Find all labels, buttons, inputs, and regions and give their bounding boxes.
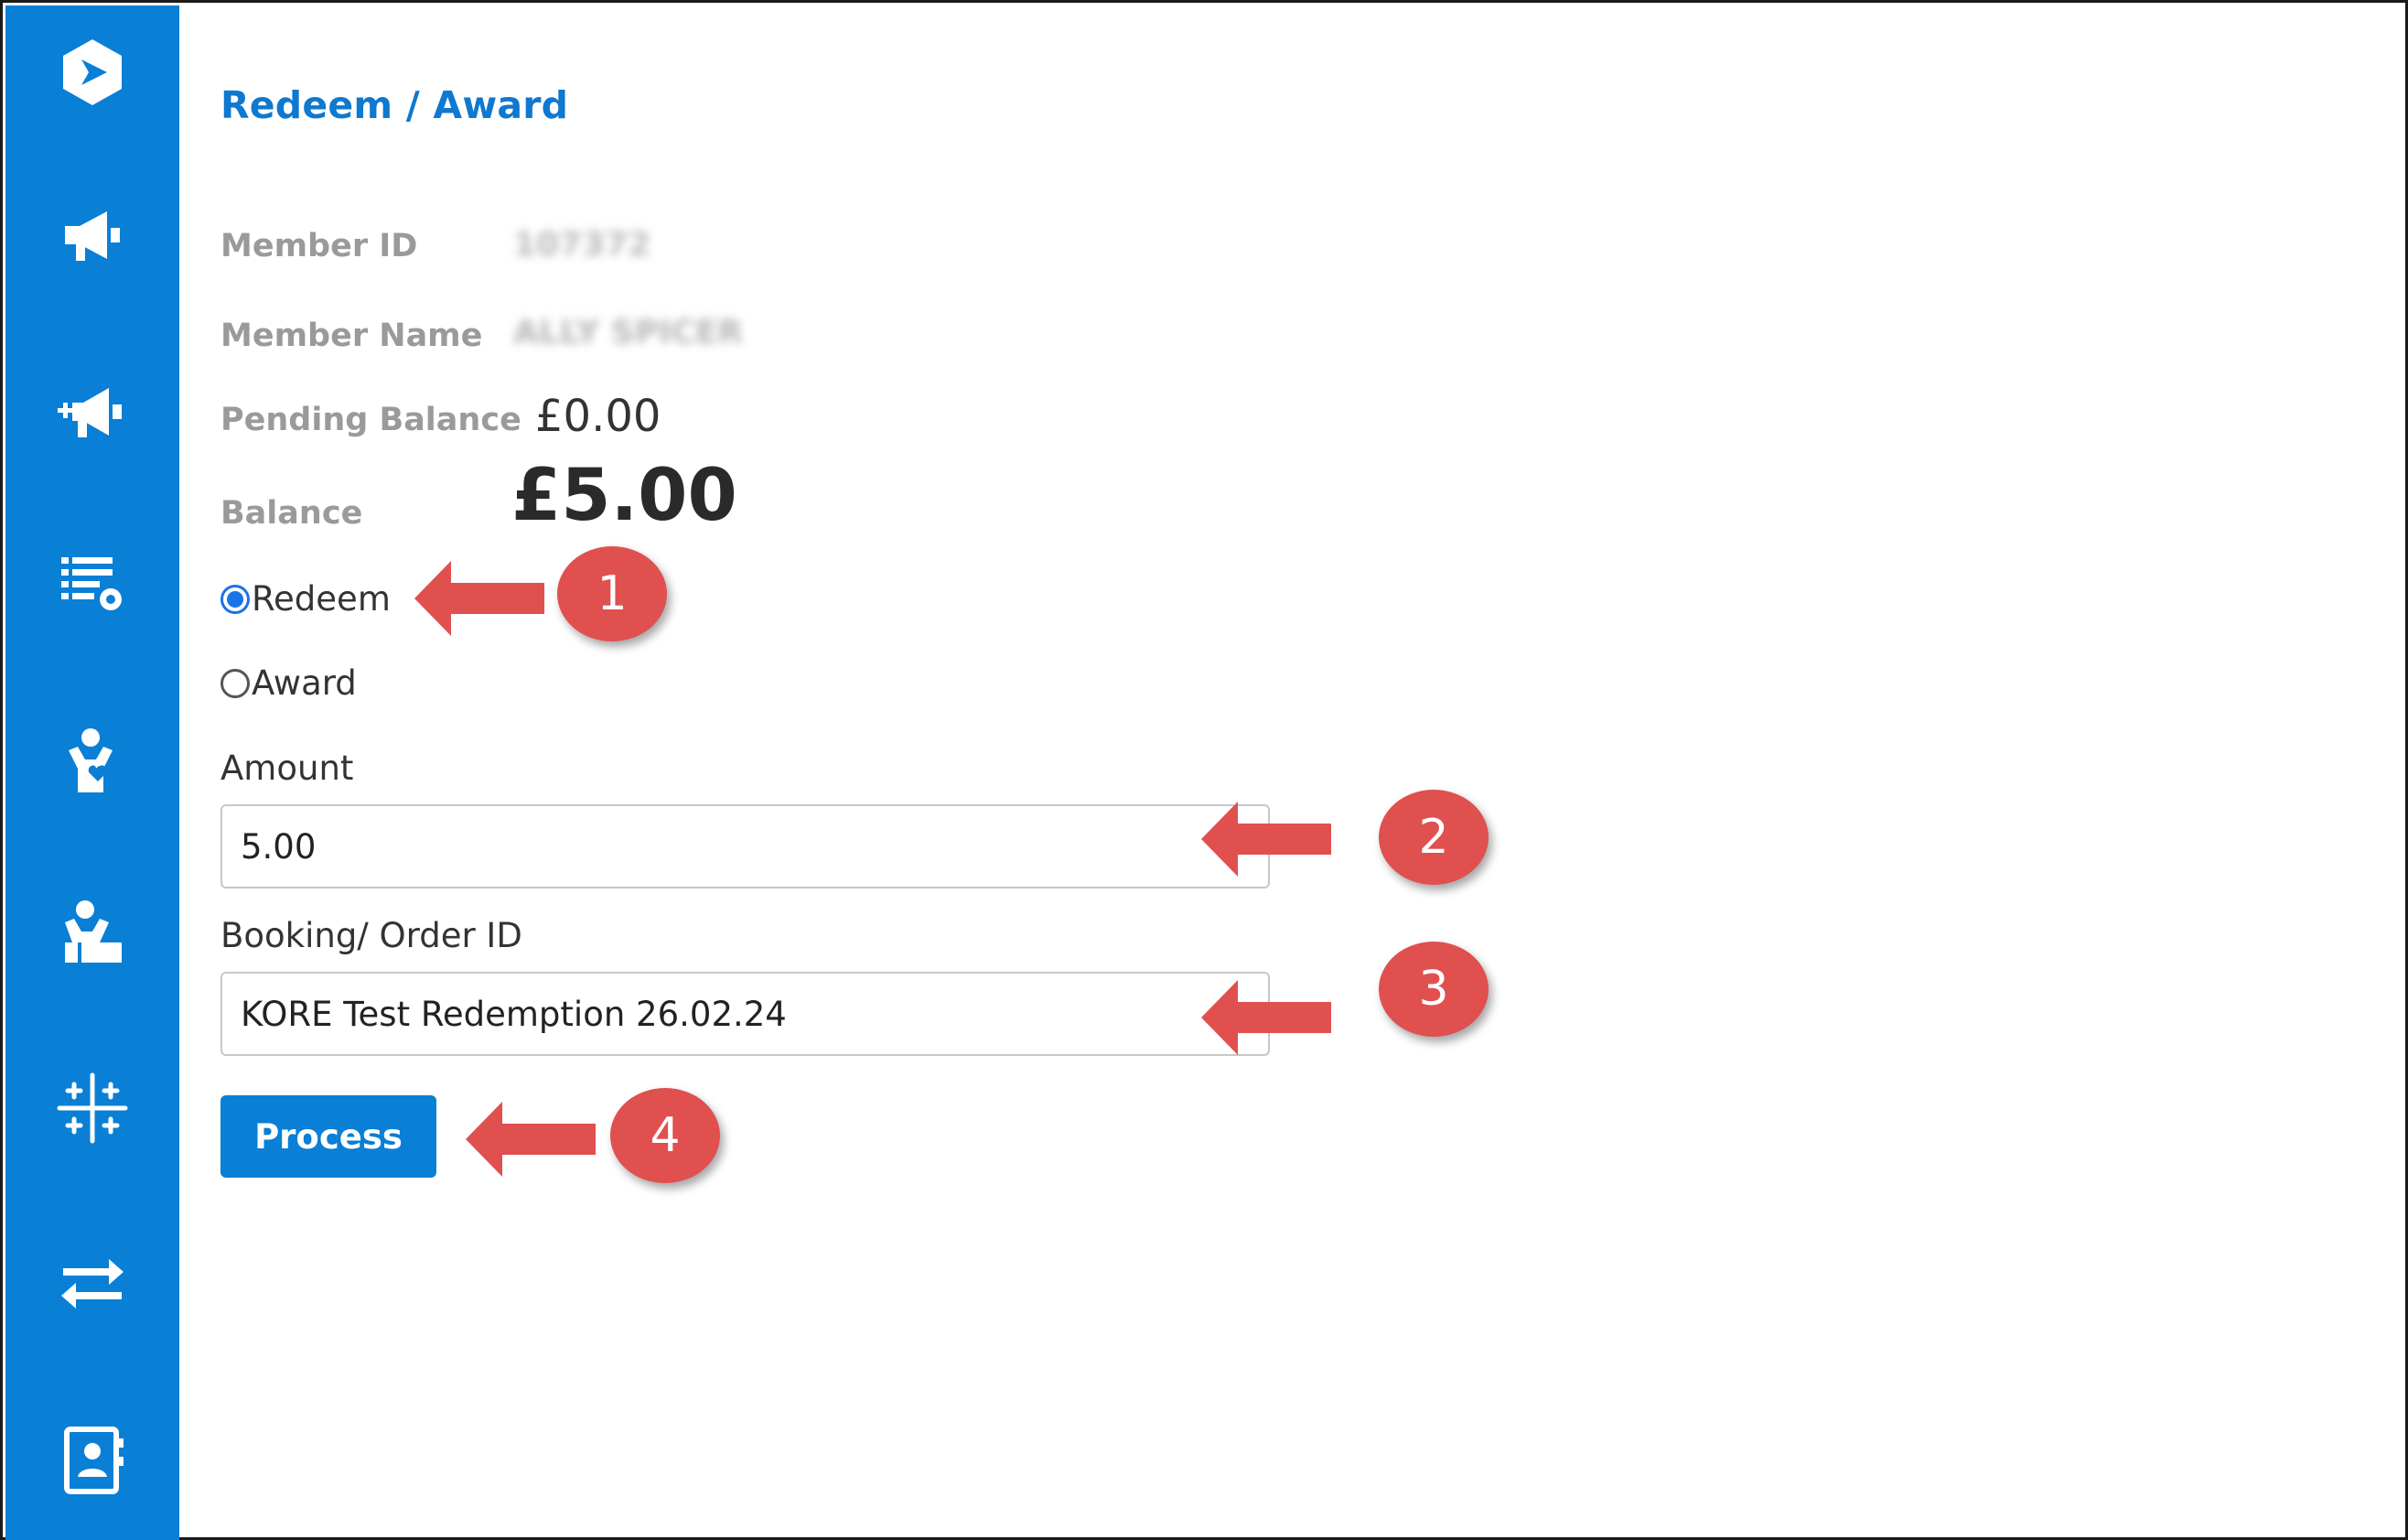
redeem-radio-button[interactable] bbox=[220, 584, 250, 614]
annotation-arrow-4 bbox=[466, 1102, 596, 1177]
member-name-label: Member Name bbox=[220, 318, 483, 354]
megaphone-plus-icon[interactable] bbox=[48, 368, 136, 456]
redeem-radio[interactable]: Redeem bbox=[220, 579, 391, 619]
person-desk-icon[interactable] bbox=[48, 889, 136, 977]
pending-balance-value: £0.00 bbox=[535, 391, 661, 442]
balance-value: £5.00 bbox=[511, 455, 737, 537]
annotation-badge-4: 4 bbox=[610, 1088, 720, 1183]
list-settings-icon[interactable] bbox=[48, 539, 136, 627]
transfer-arrows-icon[interactable] bbox=[48, 1239, 136, 1327]
annotation-badge-2: 2 bbox=[1379, 790, 1489, 885]
sparkle-grid-icon[interactable] bbox=[48, 1064, 136, 1152]
sidebar bbox=[5, 5, 179, 1540]
order-id-label: Booking/ Order ID bbox=[220, 916, 522, 955]
amount-input[interactable] bbox=[220, 804, 1270, 888]
logo-icon[interactable] bbox=[48, 28, 136, 116]
member-name-value: ALLY SPICER bbox=[513, 314, 744, 351]
annotation-badge-1: 1 bbox=[557, 546, 667, 641]
contact-book-icon[interactable] bbox=[48, 1416, 136, 1504]
member-id-label: Member ID bbox=[220, 228, 418, 264]
award-radio-button[interactable] bbox=[220, 668, 250, 698]
pending-balance-label: Pending Balance bbox=[220, 402, 521, 438]
page-title: Redeem / Award bbox=[220, 83, 569, 127]
person-heart-icon[interactable] bbox=[48, 717, 136, 805]
process-button[interactable]: Process bbox=[220, 1095, 436, 1178]
app-window: Redeem / Award Member ID 107372 Member N… bbox=[0, 0, 2408, 1540]
member-id-value: 107372 bbox=[513, 226, 651, 264]
balance-label: Balance bbox=[220, 495, 363, 532]
order-id-input[interactable] bbox=[220, 972, 1270, 1056]
annotation-badge-3: 3 bbox=[1379, 942, 1489, 1037]
redeem-radio-label: Redeem bbox=[252, 579, 391, 619]
annotation-arrow-2 bbox=[1201, 802, 1331, 877]
amount-label: Amount bbox=[220, 748, 354, 788]
award-radio[interactable]: Award bbox=[220, 663, 357, 703]
annotation-arrow-3 bbox=[1201, 980, 1331, 1055]
main-content: Redeem / Award Member ID 107372 Member N… bbox=[220, 3, 2405, 1537]
annotation-arrow-1 bbox=[414, 561, 544, 636]
megaphone-icon[interactable] bbox=[48, 191, 136, 279]
award-radio-label: Award bbox=[252, 663, 357, 703]
